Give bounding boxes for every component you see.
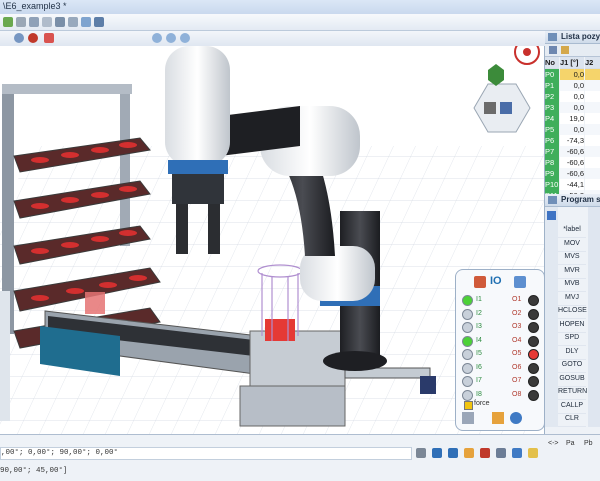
output-led[interactable]: [528, 295, 539, 306]
io-settings-icon[interactable]: [474, 276, 486, 288]
step-back-icon[interactable]: [416, 448, 426, 458]
pause-icon[interactable]: [464, 448, 474, 458]
refresh-icon[interactable]: [510, 412, 522, 424]
zoom-out-icon[interactable]: [166, 33, 176, 43]
zoom-fit-icon[interactable]: [180, 33, 190, 43]
col-header-no: No: [545, 57, 559, 69]
force-label: force: [474, 400, 490, 407]
force-checkbox[interactable]: [464, 401, 473, 410]
open-icon[interactable]: [16, 17, 26, 27]
edit-position-icon[interactable]: [561, 46, 569, 54]
status-area: ,00°; 0,00°; 90,00°; 0,00° <-> Pa Pb 90,…: [0, 434, 600, 481]
output-led[interactable]: [528, 349, 539, 360]
save-icon[interactable]: [29, 17, 39, 27]
copy-icon[interactable]: [55, 17, 65, 27]
command-item[interactable]: CLR: [558, 412, 586, 427]
paste-icon[interactable]: [68, 17, 78, 27]
input-label: I7: [476, 377, 482, 384]
input-label: I4: [476, 336, 482, 344]
coordinate-input[interactable]: ,00°; 0,00°; 90,00°; 0,00°: [0, 447, 412, 460]
input-led[interactable]: [462, 376, 473, 387]
output-led[interactable]: [528, 362, 539, 374]
footer-pa[interactable]: Pa: [566, 440, 575, 447]
program-panel-title: Program steps: [561, 195, 600, 204]
add-position-icon[interactable]: [549, 46, 557, 54]
positions-table: No J1 [°] J2 P0 0,0 P1 0,0 P2 0,0 P3 0,0 P4 19,0 P…: [545, 57, 600, 207]
output-led[interactable]: [528, 389, 539, 401]
program-icon: [548, 196, 557, 204]
print-icon[interactable]: [81, 17, 91, 27]
io-panel: IO force I1 O1 I2 O2 I3 O3 I4 O4 I5 O5 I6 O6 I7 O7 I8 O…: [455, 269, 545, 431]
positions-panel-title: Lista pozycji: [561, 32, 600, 41]
settings-icon[interactable]: [94, 17, 104, 27]
input-label: I2: [476, 309, 482, 317]
output-label: O8: [512, 390, 522, 398]
view-toolbar: [0, 31, 548, 47]
output-label: O5: [512, 350, 522, 357]
view-cube-icon[interactable]: [473, 46, 540, 133]
col-header-j1: J1 [°]: [560, 57, 584, 69]
program-gutter: [545, 207, 558, 427]
input-label: I6: [476, 363, 482, 371]
window-title: \E6_example3 *: [3, 1, 67, 11]
io-chart-icon[interactable]: [492, 412, 504, 424]
input-led[interactable]: [462, 335, 473, 347]
footer-swap[interactable]: <->: [548, 440, 559, 447]
brush-icon[interactable]: [528, 448, 538, 458]
run-fast-icon[interactable]: [448, 448, 458, 458]
input-label: I5: [476, 350, 482, 357]
tool-icon[interactable]: [496, 448, 506, 458]
cut-icon[interactable]: [42, 17, 52, 27]
input-led[interactable]: [462, 362, 473, 374]
positions-panel-header: Lista pozycji: [545, 31, 600, 44]
main-toolbar: [0, 14, 600, 31]
output-label: O2: [512, 309, 522, 317]
coordinate-readout: 90,00°; 45,00°]: [0, 467, 68, 475]
io-list-icon[interactable]: [462, 412, 474, 424]
input-label: I8: [476, 390, 482, 398]
program-steps-area[interactable]: [588, 207, 600, 427]
right-panels: Lista pozycji No J1 [°] J2 P00,0P10,0P20…: [545, 31, 600, 434]
io-panel-title: IO: [490, 275, 502, 287]
output-label: O7: [512, 377, 522, 384]
pen-icon[interactable]: [44, 33, 54, 43]
input-led[interactable]: [462, 349, 473, 360]
output-led[interactable]: [528, 322, 539, 333]
io-close-icon[interactable]: [514, 276, 526, 288]
input-led[interactable]: [462, 322, 473, 333]
output-label: O4: [512, 336, 522, 344]
footer-pb[interactable]: Pb: [584, 440, 593, 447]
input-led[interactable]: [462, 308, 473, 320]
input-label: I1: [476, 296, 482, 303]
bottom-tool-strip: [414, 447, 542, 461]
stop-icon[interactable]: [28, 33, 38, 43]
col-header-j2: J2: [585, 57, 600, 69]
edit-program-icon[interactable]: [547, 211, 556, 220]
run-icon[interactable]: [432, 448, 442, 458]
stop-run-icon[interactable]: [480, 448, 490, 458]
output-label: O1: [512, 296, 522, 303]
zoom-in-icon[interactable]: [152, 33, 162, 43]
camera-icon[interactable]: [512, 448, 522, 458]
new-icon[interactable]: [3, 17, 13, 27]
positions-toolbar: [545, 44, 600, 57]
output-led[interactable]: [528, 335, 539, 347]
left-scroll-handle[interactable]: [0, 291, 10, 421]
command-palette: *label MOV MVS MVR MVB MVJ HCLOSE HOPEN SPD DLY GO…: [558, 207, 588, 427]
output-label: O3: [512, 323, 522, 330]
input-led[interactable]: [462, 389, 473, 401]
program-panel-header: Program steps: [545, 194, 600, 207]
title-bar: \E6_example3 *: [0, 0, 600, 14]
output-led[interactable]: [528, 308, 539, 320]
view-icon[interactable]: [14, 33, 24, 43]
input-label: I3: [476, 323, 482, 330]
output-label: O6: [512, 363, 522, 371]
input-led[interactable]: [462, 295, 473, 306]
positions-icon: [548, 33, 557, 41]
output-led[interactable]: [528, 376, 539, 387]
